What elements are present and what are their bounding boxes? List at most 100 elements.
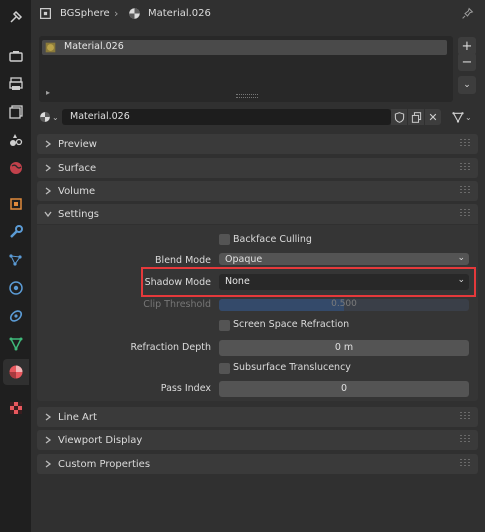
panel-line-art[interactable]: Line Art bbox=[37, 407, 478, 427]
object-icon bbox=[10, 198, 22, 210]
clip-threshold-slider[interactable]: 0.500 bbox=[219, 299, 469, 311]
chevron-down-icon: ⌄ bbox=[457, 275, 465, 285]
link-mode-button[interactable]: ⌄ bbox=[452, 109, 474, 125]
panel-viewport-display[interactable]: Viewport Display bbox=[37, 430, 478, 450]
chevron-down-icon bbox=[44, 211, 52, 218]
breadcrumb-separator-icon: › bbox=[114, 7, 119, 20]
tab-scene[interactable] bbox=[3, 127, 29, 153]
tab-constraints[interactable] bbox=[3, 303, 29, 329]
tab-output[interactable] bbox=[3, 71, 29, 97]
expand-arrow-icon[interactable]: ▸ bbox=[46, 88, 50, 97]
settings-panel-body bbox=[37, 225, 478, 401]
list-resize-grip[interactable] bbox=[236, 94, 258, 98]
subsurface-translucency-label: Subsurface Translucency bbox=[233, 362, 351, 373]
drag-grip-icon[interactable] bbox=[460, 209, 472, 218]
slot-specials-button[interactable]: ⌄ bbox=[458, 76, 476, 94]
blend-mode-value: Opaque bbox=[225, 254, 263, 265]
close-icon: ✕ bbox=[428, 110, 438, 124]
fake-user-button[interactable] bbox=[391, 109, 407, 125]
remove-slot-button[interactable]: − bbox=[458, 53, 476, 71]
backface-culling-checkbox[interactable] bbox=[219, 234, 230, 245]
texture-icon bbox=[10, 402, 22, 414]
pass-index-field[interactable]: 0 bbox=[219, 381, 469, 397]
tab-render[interactable] bbox=[3, 43, 29, 69]
render-icon bbox=[9, 51, 23, 62]
tab-tool[interactable] bbox=[3, 4, 29, 30]
tab-data[interactable] bbox=[3, 331, 29, 357]
chevron-down-icon: ⌄ bbox=[52, 112, 59, 122]
drag-grip-icon[interactable] bbox=[460, 186, 472, 195]
shadow-mode-label: Shadow Mode bbox=[144, 277, 211, 288]
drag-grip-icon[interactable] bbox=[460, 139, 472, 148]
constraints-icon bbox=[9, 310, 23, 322]
tab-view-layer[interactable] bbox=[3, 99, 29, 125]
drag-grip-icon[interactable] bbox=[460, 435, 472, 444]
material-slot-label: Material.026 bbox=[64, 41, 124, 52]
properties-tab-strip bbox=[0, 0, 31, 532]
panel-surface[interactable]: Surface bbox=[37, 158, 478, 178]
material-slot-item[interactable]: Material.026 bbox=[42, 40, 447, 55]
chevron-right-icon bbox=[45, 164, 52, 172]
material-icon bbox=[40, 112, 50, 122]
chevron-right-icon bbox=[45, 436, 52, 444]
drag-grip-icon[interactable] bbox=[460, 163, 472, 172]
breadcrumb-material[interactable]: Material.026 bbox=[148, 8, 211, 19]
chevron-down-icon: ⌄ bbox=[465, 112, 472, 122]
pin-icon[interactable] bbox=[461, 7, 474, 20]
panel-title: Settings bbox=[58, 208, 100, 220]
subsurface-translucency-checkbox[interactable] bbox=[219, 363, 230, 374]
shadow-mode-dropdown[interactable]: None ⌄ bbox=[219, 274, 469, 290]
new-material-button[interactable] bbox=[408, 109, 424, 125]
clip-threshold-label: Clip Threshold bbox=[143, 299, 211, 310]
refraction-depth-field[interactable]: 0 m bbox=[219, 340, 469, 356]
material-icon bbox=[9, 365, 23, 379]
wrench-icon bbox=[10, 225, 23, 238]
chevron-right-icon bbox=[45, 413, 52, 421]
screen-space-refraction-checkbox[interactable] bbox=[219, 320, 230, 331]
pass-index-label: Pass Index bbox=[160, 383, 211, 394]
material-name-field[interactable]: Material.026 bbox=[62, 109, 391, 125]
physics-icon bbox=[9, 281, 23, 295]
chevron-right-icon bbox=[45, 140, 52, 148]
chevron-down-icon: ⌄ bbox=[457, 253, 465, 263]
panel-volume[interactable]: Volume bbox=[37, 181, 478, 201]
world-icon bbox=[10, 162, 22, 174]
tool-icon bbox=[10, 10, 23, 23]
view-layer-icon bbox=[9, 105, 23, 119]
object-icon bbox=[40, 8, 51, 19]
tab-particles[interactable] bbox=[3, 247, 29, 273]
material-name-value: Material.026 bbox=[70, 111, 130, 122]
drag-grip-icon[interactable] bbox=[460, 412, 472, 421]
tab-object[interactable] bbox=[3, 191, 29, 217]
unlink-material-button[interactable]: ✕ bbox=[425, 109, 441, 125]
tab-texture[interactable] bbox=[3, 395, 29, 421]
backface-culling-label: Backface Culling bbox=[233, 234, 312, 245]
blend-mode-dropdown[interactable]: Opaque ⌄ bbox=[219, 253, 469, 265]
properties-header: BGSphere › Material.026 bbox=[31, 0, 485, 28]
browse-material-button[interactable]: ⌄ bbox=[39, 109, 61, 125]
scene-icon bbox=[10, 134, 23, 146]
chevron-right-icon bbox=[45, 460, 52, 468]
breadcrumb-object[interactable]: BGSphere bbox=[60, 8, 110, 19]
tab-world[interactable] bbox=[3, 155, 29, 181]
panel-custom-properties[interactable]: Custom Properties bbox=[37, 454, 478, 474]
panel-settings[interactable]: Settings bbox=[37, 204, 478, 224]
tab-modifiers[interactable] bbox=[3, 219, 29, 245]
mesh-data-icon bbox=[9, 337, 23, 351]
panel-title: Viewport Display bbox=[58, 434, 143, 446]
tab-material[interactable] bbox=[3, 359, 29, 385]
pass-index-value: 0 bbox=[340, 383, 348, 394]
duplicate-icon bbox=[411, 111, 421, 123]
material-slot-icon bbox=[45, 42, 56, 53]
panel-title: Line Art bbox=[58, 411, 97, 423]
drag-grip-icon[interactable] bbox=[460, 459, 472, 468]
chevron-right-icon bbox=[45, 187, 52, 195]
particles-icon bbox=[9, 254, 22, 266]
panel-title: Volume bbox=[58, 185, 96, 197]
panel-title: Surface bbox=[58, 162, 97, 174]
output-icon bbox=[9, 77, 23, 90]
tab-physics[interactable] bbox=[3, 275, 29, 301]
panel-preview[interactable]: Preview bbox=[37, 134, 478, 154]
shadow-mode-value: None bbox=[225, 276, 250, 287]
screen-space-refraction-label: Screen Space Refraction bbox=[233, 319, 350, 330]
